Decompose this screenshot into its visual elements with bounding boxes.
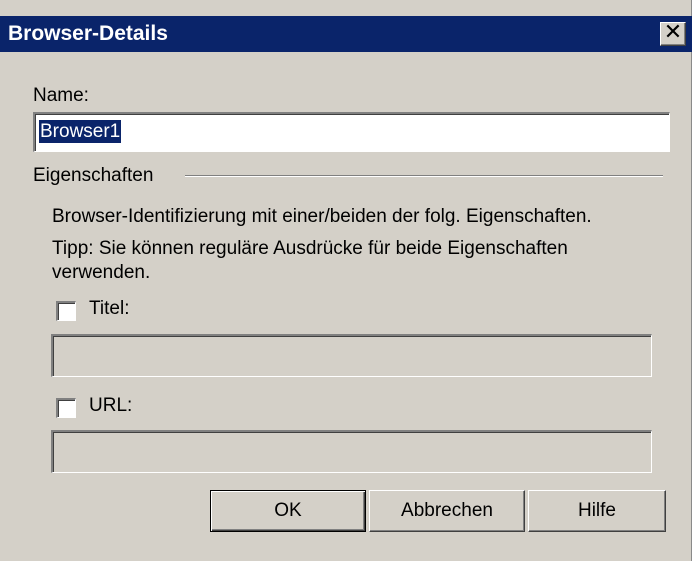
dialog-title: Browser-Details xyxy=(8,22,168,45)
title-bar[interactable]: Browser-Details ✕ xyxy=(0,16,692,52)
url-checkbox-label[interactable]: URL: xyxy=(89,395,132,417)
cancel-button[interactable]: Abbrechen xyxy=(369,490,525,532)
close-button[interactable]: ✕ xyxy=(660,22,686,46)
ok-button[interactable]: OK xyxy=(210,490,366,532)
name-input[interactable]: Browser1 xyxy=(33,112,670,152)
properties-tip-line-1: Tipp: Sie können reguläre Ausdrücke für … xyxy=(52,238,568,259)
title-input[interactable] xyxy=(51,334,652,377)
url-input[interactable] xyxy=(51,430,652,473)
group-divider xyxy=(185,175,663,177)
help-button[interactable]: Hilfe xyxy=(528,490,666,532)
name-label: Name: xyxy=(33,85,89,106)
name-input-value: Browser1 xyxy=(39,120,122,143)
close-icon: ✕ xyxy=(663,20,683,45)
title-checkbox-label[interactable]: Titel: xyxy=(89,298,129,320)
title-checkbox[interactable] xyxy=(56,301,76,321)
browser-details-dialog: Browser-Details ✕ Name: Browser1 Eigensc… xyxy=(0,0,692,561)
properties-description: Browser-Identifizierung mit einer/beiden… xyxy=(52,206,592,227)
properties-tip-line-2: verwenden. xyxy=(52,262,151,283)
url-checkbox[interactable] xyxy=(56,398,76,418)
properties-group-label: Eigenschaften xyxy=(33,165,154,186)
